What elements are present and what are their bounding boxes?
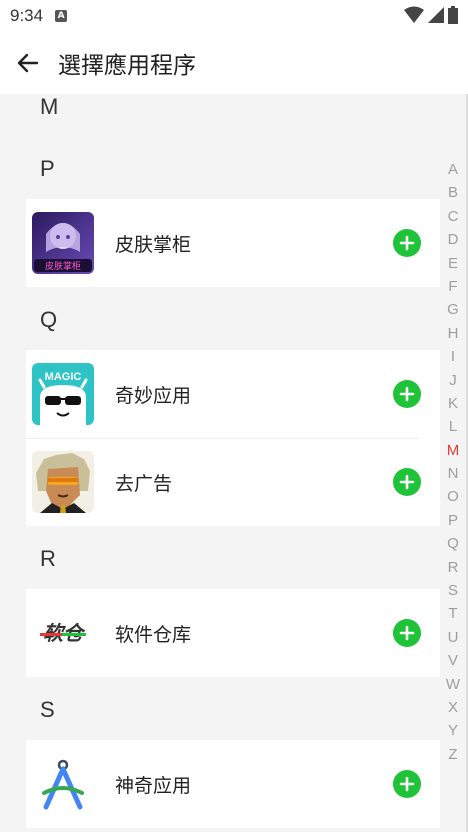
index-letter-s[interactable]: S	[448, 579, 458, 602]
index-letter-q[interactable]: Q	[447, 532, 459, 555]
plus-icon	[399, 474, 415, 490]
section-card-p: 皮肤掌柜 皮肤掌柜	[26, 199, 440, 287]
index-letter-i[interactable]: I	[451, 345, 455, 368]
app-name: 皮肤掌柜	[115, 233, 192, 256]
index-letter-y[interactable]: Y	[448, 719, 458, 742]
list-item[interactable]: 皮肤掌柜 皮肤掌柜	[26, 199, 440, 287]
app-name: 奇妙应用	[115, 384, 192, 407]
index-letter-g[interactable]: G	[447, 298, 459, 321]
alphabet-index-bar[interactable]: ABCDEFGHIJKLMNOPQRSTUVWXYZ	[441, 158, 465, 766]
index-letter-o[interactable]: O	[447, 485, 459, 508]
index-letter-t[interactable]: T	[448, 602, 457, 625]
list-item[interactable]: 去广告	[26, 438, 440, 526]
back-arrow-icon	[17, 53, 39, 73]
software-repo-icon: 软仓	[32, 602, 94, 664]
app-bar: 選擇應用程序	[0, 32, 468, 94]
list-item[interactable]: 神奇应用	[26, 740, 440, 828]
section-header-p: P	[40, 156, 55, 181]
index-letter-e[interactable]: E	[448, 252, 458, 275]
section-header-m: M	[40, 94, 59, 119]
ad-remover-icon	[32, 451, 94, 513]
add-button[interactable]	[393, 380, 421, 408]
index-letter-v[interactable]: V	[448, 649, 458, 672]
wifi-icon	[404, 6, 424, 23]
skin-manager-icon: 皮肤掌柜	[32, 212, 94, 274]
add-button[interactable]	[393, 770, 421, 798]
app-name: 去广告	[115, 472, 173, 495]
index-letter-p[interactable]: P	[448, 509, 458, 532]
app-name: 软件仓库	[115, 623, 192, 646]
index-letter-l[interactable]: L	[449, 415, 457, 438]
signal-icon	[428, 7, 444, 23]
section-header-r: R	[40, 546, 56, 571]
battery-icon	[448, 6, 458, 24]
skin-manager-icon-text: 皮肤掌柜	[45, 260, 81, 272]
plus-icon	[399, 386, 415, 402]
notification-icon: A	[55, 10, 68, 22]
index-letter-w[interactable]: W	[446, 673, 460, 696]
add-button[interactable]	[393, 619, 421, 647]
status-bar: 9:34 A	[0, 0, 468, 32]
index-letter-x[interactable]: X	[448, 696, 458, 719]
magic-app-icon-text: MAGIC	[45, 371, 82, 383]
index-letter-z[interactable]: Z	[448, 743, 457, 766]
index-letter-b[interactable]: B	[448, 181, 458, 204]
section-header-s: S	[40, 697, 55, 722]
index-letter-r[interactable]: R	[448, 556, 459, 579]
page-title: 選擇應用程序	[58, 53, 196, 79]
section-card-q: MAGIC 奇妙应用 去广告	[26, 350, 440, 526]
section-header-q: Q	[40, 307, 58, 332]
section-card-r: 软仓 软件仓库	[26, 589, 440, 677]
index-letter-c[interactable]: C	[448, 205, 459, 228]
index-letter-j[interactable]: J	[449, 369, 457, 392]
plus-icon	[399, 235, 415, 251]
add-button[interactable]	[393, 229, 421, 257]
index-letter-f[interactable]: F	[448, 275, 457, 298]
index-letter-a[interactable]: A	[448, 158, 458, 181]
compass-app-icon	[32, 753, 94, 815]
list-item[interactable]: MAGIC 奇妙应用	[26, 350, 440, 438]
index-letter-h[interactable]: H	[448, 322, 459, 345]
index-letter-d[interactable]: D	[448, 228, 459, 251]
index-letter-n[interactable]: N	[448, 462, 459, 485]
index-letter-m[interactable]: M	[447, 439, 460, 462]
magic-app-icon: MAGIC	[32, 363, 94, 425]
list-item[interactable]: 软仓 软件仓库	[26, 589, 440, 677]
index-letter-u[interactable]: U	[448, 626, 459, 649]
system-icons	[404, 6, 458, 24]
app-list[interactable]: M P 皮肤掌柜 皮肤掌柜 Q MAGIC 奇妙应用 去广告 R 软件仓库 S …	[0, 94, 468, 832]
plus-icon	[399, 776, 415, 792]
status-time: 9:34	[10, 6, 44, 25]
app-name: 神奇应用	[115, 774, 192, 797]
index-letter-k[interactable]: K	[448, 392, 458, 415]
back-button[interactable]	[0, 35, 56, 91]
section-card-s: 神奇应用	[26, 740, 440, 828]
add-button[interactable]	[393, 468, 421, 496]
plus-icon	[399, 625, 415, 641]
